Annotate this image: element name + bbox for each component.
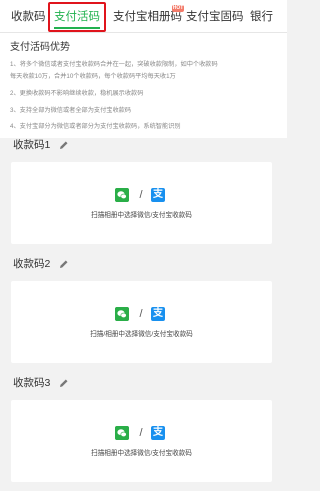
upload-hint: 扫描相册中选择微信/支付宝收款码 — [91, 212, 192, 219]
code-2-title: 收款码2 — [13, 258, 51, 270]
pencil-icon[interactable] — [59, 259, 69, 269]
tab-alipay-fixed-code[interactable]: 支付宝固码 — [186, 9, 244, 25]
advantage-line: 2、更换收款码不影响继续收款，稳机展示收款码 — [10, 90, 144, 97]
advantages-panel: 支付活码优势 1、将多个微信或者支付宝收款码合并在一起，突破收款限制，如中个收款… — [0, 33, 287, 138]
code-3-card[interactable]: / 支 扫描相册中选择微信/支付宝收款码 — [11, 400, 272, 482]
wechat-icon — [115, 307, 129, 321]
wechat-icon — [115, 426, 129, 440]
wechat-icon — [115, 188, 129, 202]
tab-qr-code[interactable]: 收款码 — [11, 9, 46, 25]
payment-icons: / 支 — [115, 307, 171, 321]
highlight-box — [48, 2, 106, 32]
advantages-title: 支付活码优势 — [10, 42, 70, 53]
pencil-icon[interactable] — [59, 140, 69, 150]
code-2-card[interactable]: / 支 扫描/相册中选择微信/支付宝收款码 — [11, 281, 272, 363]
alipay-icon: 支 — [151, 426, 165, 440]
tab-bank[interactable]: 银行 — [250, 9, 273, 25]
separator: / — [139, 189, 143, 201]
payment-icons: / 支 — [115, 426, 171, 440]
code-1-title: 收款码1 — [13, 139, 51, 151]
separator: / — [139, 308, 143, 320]
separator: / — [139, 427, 143, 439]
alipay-icon: 支 — [151, 188, 165, 202]
advantage-line: 1、将多个微信或者支付宝收款码合并在一起，突破收款限制，如中个收款码 — [10, 61, 218, 68]
upload-hint: 扫描相册中选择微信/支付宝收款码 — [91, 450, 192, 457]
payment-icons: / 支 — [115, 188, 171, 202]
upload-hint: 扫描/相册中选择微信/支付宝收款码 — [90, 331, 193, 338]
hot-badge: HOT — [172, 5, 184, 12]
advantage-line: 3、支持全部为微信或者全部为支付宝收款码 — [10, 107, 132, 114]
tab-bar: 收款码 支付活码 支付宝相册码 HOT 支付宝固码 银行 — [0, 0, 287, 33]
code-1-card[interactable]: / 支 扫描相册中选择微信/支付宝收款码 — [11, 162, 272, 244]
pencil-icon[interactable] — [59, 378, 69, 388]
code-3-title: 收款码3 — [13, 377, 51, 389]
advantage-line: 4、支付宝部分为微信或者部分为支付宝收款码，系统智能识别 — [10, 123, 181, 130]
alipay-icon: 支 — [151, 307, 165, 321]
advantage-line: 每天收款10万，合并10个收款码，每个收款码平均每天收1万 — [10, 73, 176, 80]
